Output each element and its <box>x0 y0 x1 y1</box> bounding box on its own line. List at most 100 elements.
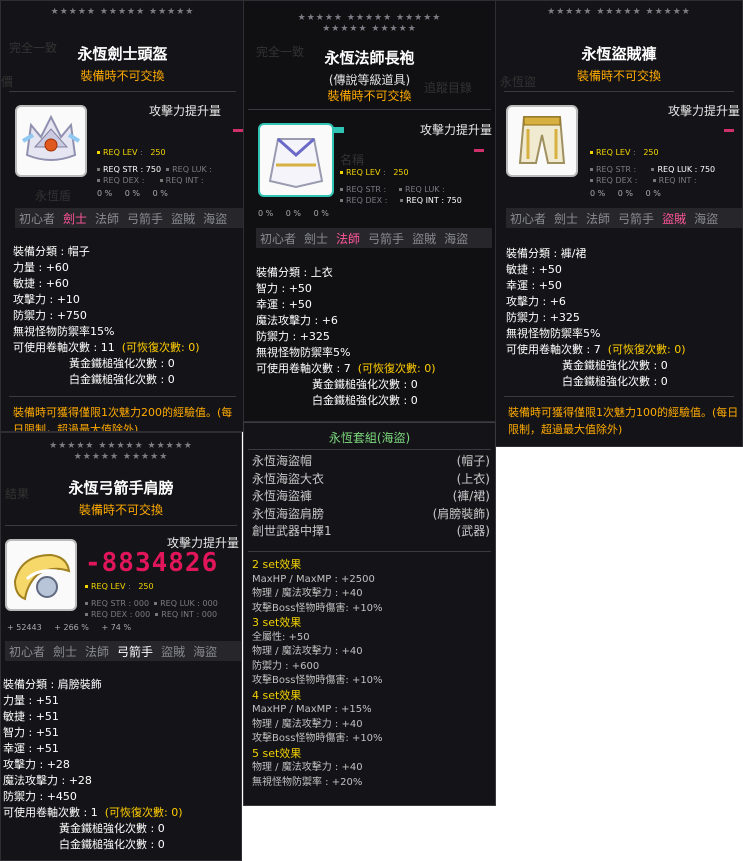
job-magician: 法師 <box>586 211 611 226</box>
job-beginner: 初心者 <box>260 231 297 246</box>
item-icon-thief-pants <box>506 105 578 177</box>
item-icon-archer-shoulder <box>5 539 77 611</box>
item-icon-sword-helmet <box>15 105 87 177</box>
set-effects: 2 set效果 MaxHP / MaxMP : +2500 物理 / 魔法攻擊力… <box>252 558 383 788</box>
set-item: 創世武器中擇1 (武器) <box>252 524 490 538</box>
set-item: 永恆海盜肩膀 (肩膀裝飾) <box>252 506 490 521</box>
divider <box>504 396 734 397</box>
attack-increase-label: 攻擊力提升量 <box>668 104 741 118</box>
tooltip-mage-robe: ★★★★★ ★★★★★ ★★★★★ ★★★★★ ★★★★★ 完全一致 追蹤目錄 … <box>243 0 496 422</box>
divider <box>248 449 491 450</box>
job-beginner: 初心者 <box>9 644 46 659</box>
job-archer: 弓箭手 <box>618 211 655 226</box>
item-title: 永恆弓箭手肩膀 <box>68 479 174 497</box>
job-thief: 盜賊 <box>662 211 687 226</box>
divider <box>9 91 236 92</box>
shoulder-icon <box>13 553 71 601</box>
job-filter: 初心者 劍士 法師 弓箭手 盜賊 海盜 <box>506 208 742 228</box>
job-pirate: 海盜 <box>203 211 228 226</box>
job-filter: 初心者 劍士 法師 弓箭手 盜賊 海盜 <box>5 641 241 661</box>
set-effect-panel: 永恆套組(海盜) 永恆海盜帽 (帽子) 永恆海盜大衣 (上衣) 永恆海盜褲 (褲/裙)… <box>243 422 496 806</box>
job-warrior: 劍士 <box>304 231 329 246</box>
set-item: 永恆海盜帽 (帽子) <box>252 454 490 468</box>
job-magician: 法師 <box>85 644 110 659</box>
set-item-list: 永恆海盜帽 (帽子) 永恆海盜大衣 (上衣) 永恆海盜褲 (褲/裙) 永恆海盜肩膀 (肩… <box>252 453 490 541</box>
job-thief: 盜賊 <box>412 231 437 246</box>
job-archer: 弓箭手 <box>368 231 405 246</box>
bonus-icon: 0 % <box>617 189 634 198</box>
robe-icon <box>268 137 324 189</box>
item-title: 永恆劍士頭盔 <box>77 45 168 63</box>
requirements: REQ LEV : 250 REQ STR : 750 REQ LUK : RE… <box>97 147 212 186</box>
job-magician: 法師 <box>95 211 120 226</box>
charm-note: 裝備時可獲得僅限1次魅力100的經驗值。(每日限制，超過最大值除外) <box>508 406 739 436</box>
requirements: REQ LEV : 250 REQ STR : REQ LUK : REQ DE… <box>340 167 462 206</box>
bonus-icon: 0 % <box>313 209 329 218</box>
bonus-icon: + 74 % <box>101 623 132 632</box>
trade-warning: 裝備時不可交換 <box>327 89 412 103</box>
stat-icons: 0 % 0 % 0 % <box>590 189 671 198</box>
attack-increase-indicator <box>474 149 484 152</box>
bonus-icon: 0 % <box>285 209 302 218</box>
divider <box>5 525 237 526</box>
bonus-icon: 0 % <box>258 209 274 218</box>
star-force-row: ★★★★★ ★★★★★ ★★★★★ ★★★★★ ★★★★★ <box>49 441 193 462</box>
job-magician: 法師 <box>336 231 361 246</box>
job-pirate: 海盜 <box>444 231 469 246</box>
set-item: 永恆海盜褲 (褲/裙) <box>252 489 490 503</box>
background-text: 名稱 <box>340 153 365 167</box>
tooltip-sword-helmet: ★★★★★ ★★★★★ ★★★★★ 完全一致 價 永恆盾 永恆劍士頭盔 裝備時不… <box>0 0 245 432</box>
divider <box>504 91 734 92</box>
attack-increase-indicator <box>233 129 243 132</box>
job-archer: 弓箭手 <box>127 211 164 226</box>
trade-warning: 裝備時不可交換 <box>576 69 661 83</box>
attack-increase-indicator <box>724 129 734 132</box>
trade-warning: 裝備時不可交換 <box>80 69 165 83</box>
job-filter: 初心者 劍士 法師 弓箭手 盜賊 海盜 <box>15 208 244 228</box>
helmet-icon <box>21 114 81 161</box>
job-thief: 盜賊 <box>171 211 196 226</box>
divider <box>248 109 491 110</box>
bonus-icon: 0 % <box>152 189 168 198</box>
tooltip-archer-shoulder: ★★★★★ ★★★★★ ★★★★★ ★★★★★ ★★★★★ 結果 永恆弓箭手肩膀… <box>0 432 242 861</box>
tooltip-thief-pants: ★★★★★ ★★★★★ ★★★★★ 永恆盜 肩膀 永恆盜賊褲 裝備時不可交換 攻… <box>495 0 743 447</box>
attack-increase-value: -8834826 <box>85 548 219 578</box>
set-item: 永恆海盜大衣 (上衣) <box>252 471 490 486</box>
job-pirate: 海盜 <box>694 211 719 226</box>
job-beginner: 初心者 <box>510 211 547 226</box>
requirements: REQ LEV : 250 REQ STR : REQ LUK : 750 RE… <box>590 147 715 186</box>
trade-warning: 裝備時不可交換 <box>78 503 163 517</box>
bonus-icon: 0 % <box>97 189 113 198</box>
attack-increase-label: 攻擊力提升量 <box>420 123 493 137</box>
stat-icons: 0 % 0 % 0 % <box>258 209 339 218</box>
divider <box>248 551 491 552</box>
item-stats: 裝備分類 : 上衣 智力 : +50 幸運 : +50 魔法攻擊力 : +6 防… <box>256 266 436 407</box>
pants-icon <box>518 116 566 164</box>
bonus-icon: 0 % <box>645 189 661 198</box>
item-stats: 裝備分類 : 褲/裙 敏捷 : +50 幸運 : +50 攻擊力 : +6 防禦… <box>506 247 686 388</box>
stat-icons: 0 % 0 % 0 % <box>97 189 178 198</box>
stat-icons: + 52443 + 266 % + 74 % <box>7 623 141 632</box>
job-archer: 弓箭手 <box>117 644 154 659</box>
bonus-icon: + 52443 <box>7 623 42 632</box>
background-text: 永恆盾 <box>35 189 72 203</box>
job-filter: 初心者 劍士 法師 弓箭手 盜賊 海盜 <box>256 228 492 248</box>
job-pirate: 海盜 <box>193 644 218 659</box>
star-force-row: ★★★★★ ★★★★★ ★★★★★ <box>50 7 195 17</box>
item-grade: (傳說等級道具) <box>328 73 411 87</box>
star-force-row: ★★★★★ ★★★★★ ★★★★★ ★★★★★ ★★★★★ <box>297 13 442 34</box>
job-warrior: 劍士 <box>554 211 579 226</box>
item-title: 永恆盜賊褲 <box>581 45 657 63</box>
star-force-row: ★★★★★ ★★★★★ ★★★★★ <box>547 7 691 17</box>
job-beginner: 初心者 <box>19 211 56 226</box>
job-warrior: 劍士 <box>53 644 78 659</box>
item-stats: 裝備分類 : 肩膀裝飾 力量 : +51 敏捷 : +51 智力 : +51 幸… <box>3 678 183 851</box>
bonus-icon: 0 % <box>590 189 606 198</box>
charm-note: 裝備時可獲得僅限1次魅力200的經驗值。(每日限制，超過最大值除外) <box>13 406 233 432</box>
requirements: REQ LEV : 250 REQ STR : 000 REQ LUK : 00… <box>85 581 218 620</box>
attack-increase-label: 攻擊力提升量 <box>149 104 222 118</box>
job-thief: 盜賊 <box>161 644 186 659</box>
job-warrior: 劍士 <box>63 211 88 226</box>
item-stats: 裝備分類 : 帽子 力量 : +60 敏捷 : +60 攻擊力 : +10 防禦… <box>13 245 200 386</box>
item-icon-mage-robe <box>258 123 334 197</box>
